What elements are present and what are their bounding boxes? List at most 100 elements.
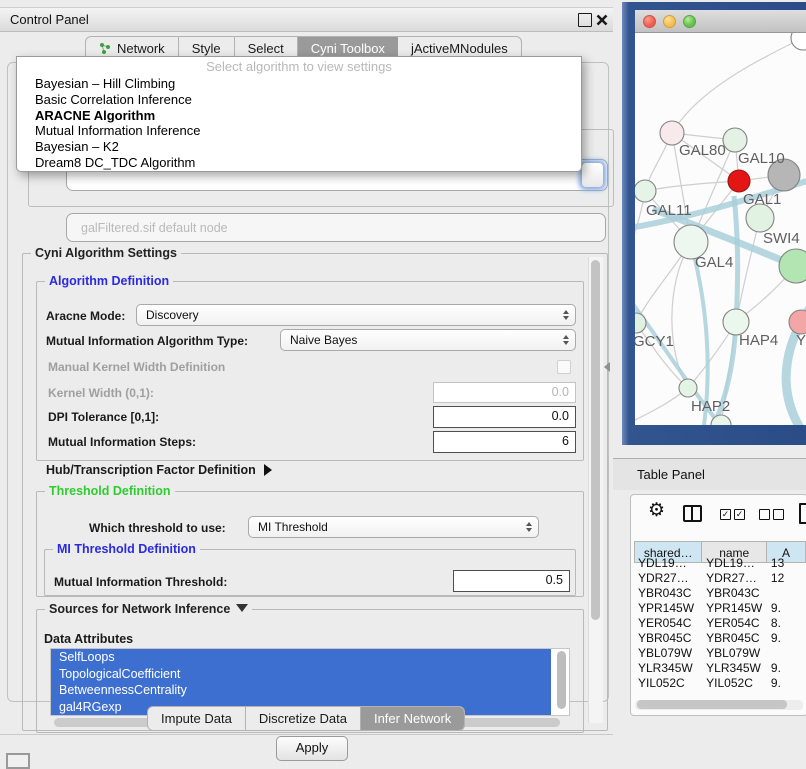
table-cell: 9. [767, 631, 806, 646]
table-header-row: shared…nameA [634, 541, 806, 556]
control-panel: Control Panel NetworkStyleSelectCyni Too… [0, 0, 613, 735]
dropdown-item[interactable]: Dream8 DC_TDC Algorithm [17, 155, 581, 171]
which-threshold-combo[interactable]: MI Threshold [248, 516, 539, 538]
dropdown-item[interactable]: Mutual Information Inference [17, 123, 581, 139]
checked-checkbox-icon[interactable]: ✓ [734, 509, 745, 520]
tab-infer-network[interactable]: Infer Network [361, 707, 464, 730]
dpi-tolerance-field[interactable]: 0.0 [433, 406, 576, 428]
network-node-y[interactable] [789, 310, 806, 334]
mi-steps-field[interactable]: 6 [433, 431, 576, 453]
network-canvas[interactable]: GAL80GAL10GAL1GAL11SWI4GAL4GCY1HAP4YHAP2 [635, 33, 806, 425]
columns-icon[interactable] [683, 505, 702, 522]
settings-scrollbar[interactable] [588, 257, 603, 723]
network-node[interactable] [791, 33, 806, 50]
splitter-collapse-icon[interactable] [604, 362, 610, 372]
cyni-bottom-tabs: Impute Data Discretize Data Infer Network [147, 706, 465, 731]
which-threshold-label: Which threshold to use: [89, 521, 226, 535]
tab-impute-data[interactable]: Impute Data [148, 707, 246, 730]
combo-stepper-icon[interactable] [581, 162, 604, 188]
dropdown-item[interactable]: ARACNE Algorithm [17, 108, 581, 124]
group-title: Algorithm Definition [45, 274, 173, 288]
table-row[interactable]: YBR045CYBR045C9. [634, 631, 806, 646]
table-data-combo[interactable]: galFiltered.sif default node [66, 213, 606, 242]
tab-label: Discretize Data [259, 711, 347, 726]
scrollbar-thumb[interactable] [557, 651, 566, 709]
network-edge[interactable] [672, 38, 803, 133]
network-node-gal11[interactable] [635, 180, 656, 202]
table-cell: 9. [767, 601, 806, 616]
dropdown-item[interactable]: Bayesian – K2 [17, 139, 581, 155]
tab-discretize-data[interactable]: Discretize Data [246, 707, 361, 730]
table-row[interactable]: YBR043CYBR043C [634, 586, 806, 601]
mi-type-label: Mutual Information Algorithm Type: [46, 334, 248, 348]
table-cell: YBR043C [702, 586, 767, 601]
network-node-gal10[interactable] [723, 128, 747, 152]
network-node-hap2[interactable] [679, 379, 697, 397]
table-row[interactable]: YER054CYER054C8. [634, 616, 806, 631]
node-label: GAL1 [743, 191, 781, 208]
kernel-width-field[interactable]: 0.0 [433, 382, 576, 403]
table-cell: YBR043C [634, 586, 702, 601]
new-table-icon[interactable] [799, 503, 806, 524]
table-cell: YLR345W [702, 661, 767, 676]
table-panel-bar: Table Panel [613, 458, 806, 490]
aracne-mode-combo[interactable]: Discovery [136, 304, 576, 326]
table-cell: YDR27… [634, 571, 702, 586]
minimize-traffic-light-icon[interactable] [663, 15, 676, 28]
scrollbar-thumb[interactable] [591, 260, 600, 620]
manual-kernel-checkbox[interactable] [557, 360, 571, 374]
apply-button[interactable]: Apply [276, 736, 348, 761]
tab-label: Style [192, 41, 221, 56]
hub-definition-toggle[interactable]: Hub/Transcription Factor Definition [46, 463, 272, 477]
manual-kernel-label: Manual Kernel Width Definition [48, 360, 225, 374]
mi-type-combo[interactable]: Naive Bayes [280, 329, 576, 351]
table-row[interactable]: YIL052CYIL052C9. [634, 676, 806, 691]
checked-checkbox-icon[interactable]: ✓ [720, 509, 731, 520]
table-cell: YDL19… [634, 556, 702, 571]
network-edge[interactable] [645, 181, 739, 191]
network-icon [99, 42, 111, 55]
scrollbar-thumb[interactable] [637, 700, 787, 709]
table-row[interactable]: YPR145WYPR145W9. [634, 601, 806, 616]
mi-threshold-label: Mutual Information Threshold: [54, 575, 227, 589]
zoom-traffic-light-icon[interactable] [683, 15, 696, 28]
minimized-panel-icon[interactable] [6, 753, 30, 769]
collapsed-arrow-icon [264, 464, 272, 476]
table-hscrollbar[interactable] [635, 700, 803, 710]
table-cell: YDR27… [702, 571, 767, 586]
close-icon[interactable] [596, 13, 608, 25]
network-window-titlebar[interactable] [635, 10, 806, 33]
unchecked-checkbox-icon[interactable] [773, 509, 784, 520]
network-node-gal1[interactable] [728, 170, 750, 192]
table-row[interactable]: YDR27…YDR27…12 [634, 571, 806, 586]
algorithm-dropdown-popup: Select algorithm to view settings Bayesi… [16, 56, 582, 172]
unchecked-checkbox-icon[interactable] [759, 509, 770, 520]
table-cell [767, 586, 806, 601]
close-traffic-light-icon[interactable] [643, 15, 656, 28]
table-body: YDL19…YDL19…13YDR27…YDR27…12YBR043CYBR04… [634, 556, 806, 691]
aracne-mode-label: Aracne Mode: [46, 309, 125, 323]
sources-toggle[interactable]: Sources for Network Inference [45, 602, 252, 616]
table-row[interactable]: YBL079WYBL079W [634, 646, 806, 661]
table-panel-card: ⚙ ✓ ✓ shared…nameA YDL19…YDL19…13YDR27…Y… [630, 494, 806, 716]
network-node[interactable] [779, 249, 806, 283]
list-scrollbar[interactable] [555, 649, 568, 713]
network-node-swi4[interactable] [746, 204, 774, 232]
table-row[interactable]: YLR345WYLR345W9. [634, 661, 806, 676]
network-node-gcy1[interactable] [635, 313, 646, 333]
attribute-list-item[interactable]: TopologicalCoefficient [51, 666, 551, 683]
gear-icon[interactable]: ⚙ [648, 499, 665, 522]
table-cell: YDL19… [702, 556, 767, 571]
attribute-list-item[interactable]: SelfLoops [51, 649, 551, 666]
node-label: SWI4 [763, 230, 800, 247]
mi-threshold-field[interactable]: 0.5 [453, 570, 570, 592]
table-cell: YLR345W [634, 661, 702, 676]
attribute-list-item[interactable]: BetweennessCentrality [51, 682, 551, 699]
table-row[interactable]: YDL19…YDL19…13 [634, 556, 806, 571]
dropdown-item[interactable]: Bayesian – Hill Climbing [17, 76, 581, 92]
node-table: shared…nameA YDL19…YDL19…13YDR27…YDR27…1… [634, 541, 806, 698]
hub-definition-label: Hub/Transcription Factor Definition [46, 463, 256, 477]
table-data-combo-value: galFiltered.sif default node [81, 221, 228, 235]
dropdown-item[interactable]: Basic Correlation Inference [17, 92, 581, 108]
float-window-icon[interactable] [578, 13, 592, 27]
